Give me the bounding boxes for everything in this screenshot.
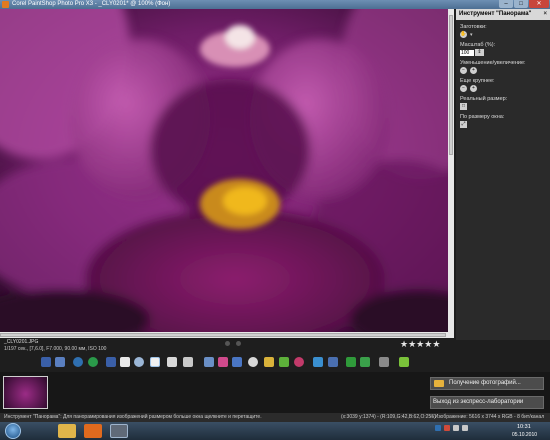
panel-header: Инструмент "Панорама" × <box>456 9 550 20</box>
rating-star-5[interactable]: ★ <box>432 339 440 350</box>
window-title: Corel PaintShop Photo Pro X3 - _CLY0201*… <box>12 1 171 7</box>
orchid-photo <box>0 9 448 332</box>
zoom-in-icon[interactable]: + <box>470 67 477 74</box>
maximize-button[interactable]: □ <box>514 0 528 8</box>
actual-size-row: □ <box>460 103 550 110</box>
crop-icon[interactable] <box>183 357 193 367</box>
delete-icon[interactable] <box>360 357 370 367</box>
zoom-icon[interactable] <box>134 357 144 367</box>
actual-size-icon[interactable] <box>120 357 130 367</box>
actual-size-label: Реальный размер: <box>460 96 508 102</box>
photo-info-bar: _CLY0201.JPG 1/197 сек., [7,6.0], F7.000… <box>0 338 456 354</box>
rating-stars[interactable]: ★ ★ ★ ★ ★ <box>400 339 440 350</box>
zoom-row: 100 ⇕ <box>460 49 550 56</box>
effects-icon[interactable] <box>379 357 389 367</box>
fit-window-icon[interactable]: ⤢ <box>460 121 467 128</box>
nav-previous-icon[interactable] <box>225 341 230 346</box>
horizontal-scroll-thumb[interactable] <box>0 333 446 337</box>
brightness-icon[interactable] <box>232 357 242 367</box>
panel-title: Инструмент "Панорама" <box>459 11 532 17</box>
pan-icon[interactable] <box>150 357 160 367</box>
rating-star-1[interactable]: ★ <box>400 339 408 350</box>
photo-filename: _CLY0201.JPG <box>4 339 39 345</box>
save-as-icon[interactable] <box>55 357 65 367</box>
photo-exif: 1/197 сек., [7,6.0], F7.000, 90.00 мм, I… <box>4 346 107 352</box>
language-icon[interactable] <box>435 425 441 431</box>
zoom-more-in-icon[interactable]: + <box>470 85 477 92</box>
thumbnail-strip: Получение фотографий... Выход из экспрес… <box>0 372 550 413</box>
zoom-input[interactable]: 100 <box>460 49 474 56</box>
status-bar: Инструмент "Панорама": Для панорамирован… <box>0 413 550 422</box>
retouch-icon[interactable] <box>313 357 323 367</box>
start-button[interactable] <box>5 423 21 439</box>
actual-size-icon[interactable]: □ <box>460 103 467 110</box>
exit-express-lab-button[interactable]: Выход из экспресс-лаборатории <box>430 396 544 409</box>
network-icon[interactable] <box>453 425 459 431</box>
rating-star-3[interactable]: ★ <box>416 339 424 350</box>
zoom-in-out-row: − + <box>460 67 550 74</box>
zoom-in-out-label: Уменьшение/увеличение: <box>460 60 526 66</box>
undo-icon[interactable] <box>73 357 83 367</box>
clone-icon[interactable] <box>294 357 304 367</box>
volume-icon[interactable] <box>462 425 468 431</box>
clock-date[interactable]: 05.10.2010 <box>512 432 537 438</box>
get-photos-button[interactable]: Получение фотографий... <box>430 377 544 390</box>
nav-next-icon[interactable] <box>236 341 241 346</box>
exit-express-lab-label: Выход из экспресс-лаборатории <box>433 399 524 405</box>
vertical-scroll-thumb[interactable] <box>449 15 453 155</box>
save-icon[interactable] <box>41 357 51 367</box>
print-icon[interactable] <box>399 357 409 367</box>
sharpen-icon[interactable] <box>248 357 258 367</box>
zoom-out-icon[interactable]: − <box>460 67 467 74</box>
status-image-info: -- Изображение: 5616 x 3744 x RGB - 8 би… <box>430 414 545 420</box>
color-balance-icon[interactable] <box>218 357 228 367</box>
app-icon <box>2 1 9 8</box>
status-coordinates: (x:3039 y:1374) - (R:109,G:42,B:62,O:255… <box>341 414 436 420</box>
close-button[interactable]: ✕ <box>529 0 549 8</box>
redo-icon[interactable] <box>88 357 98 367</box>
main-toolbar <box>0 354 550 372</box>
rotate-right-icon[interactable] <box>346 357 356 367</box>
photo-thumbnail[interactable] <box>3 376 48 409</box>
paintshop-taskbar-icon[interactable] <box>110 424 128 438</box>
fit-window-label: По размеру окна: <box>460 114 505 120</box>
system-tray <box>435 425 471 431</box>
explorer-taskbar-icon[interactable] <box>58 424 76 438</box>
tool-options-panel: Инструмент "Панорама" × Заготовки: ✋ ▾ М… <box>456 9 550 340</box>
presets-hand-icon[interactable]: ✋ <box>460 31 467 38</box>
select-icon[interactable] <box>167 357 177 367</box>
zoom-more-label: Еще крупнее: <box>460 78 495 84</box>
zoom-more-out-icon[interactable]: − <box>460 85 467 92</box>
zoom-more-row: − + <box>460 85 550 92</box>
minimize-button[interactable]: – <box>499 0 513 8</box>
panel-close-icon[interactable]: × <box>543 9 547 20</box>
red-eye-icon[interactable] <box>279 357 289 367</box>
media-player-taskbar-icon[interactable] <box>84 424 102 438</box>
title-bar: Corel PaintShop Photo Pro X3 - _CLY0201*… <box>0 0 550 9</box>
window-controls: – □ ✕ <box>498 0 549 8</box>
status-message: Инструмент "Панорама": Для панорамирован… <box>4 414 262 420</box>
presets-row: ✋ ▾ <box>460 31 550 38</box>
photo-canvas[interactable] <box>0 9 448 332</box>
fit-window-row: ⤢ <box>460 121 550 128</box>
flag-icon[interactable] <box>444 425 450 431</box>
paint-brush-icon[interactable] <box>264 357 274 367</box>
rotate-left-icon[interactable] <box>328 357 338 367</box>
smart-photo-fix-icon[interactable] <box>204 357 214 367</box>
presets-dropdown-icon[interactable]: ▾ <box>470 32 473 38</box>
clock-time[interactable]: 10:31 <box>517 424 531 430</box>
zoom-spin-icon[interactable]: ⇕ <box>475 49 484 56</box>
fit-window-icon[interactable] <box>106 357 116 367</box>
rating-star-2[interactable]: ★ <box>408 339 416 350</box>
folder-icon <box>434 380 444 387</box>
rating-star-4[interactable]: ★ <box>424 339 432 350</box>
zoom-label: Масштаб (%): <box>460 42 496 48</box>
windows-taskbar: 10:31 05.10.2010 <box>0 422 550 440</box>
get-photos-label: Получение фотографий... <box>449 380 521 386</box>
navigation-dots <box>225 341 247 346</box>
vertical-scrollbar[interactable] <box>448 9 454 338</box>
presets-label: Заготовки: <box>460 24 487 30</box>
